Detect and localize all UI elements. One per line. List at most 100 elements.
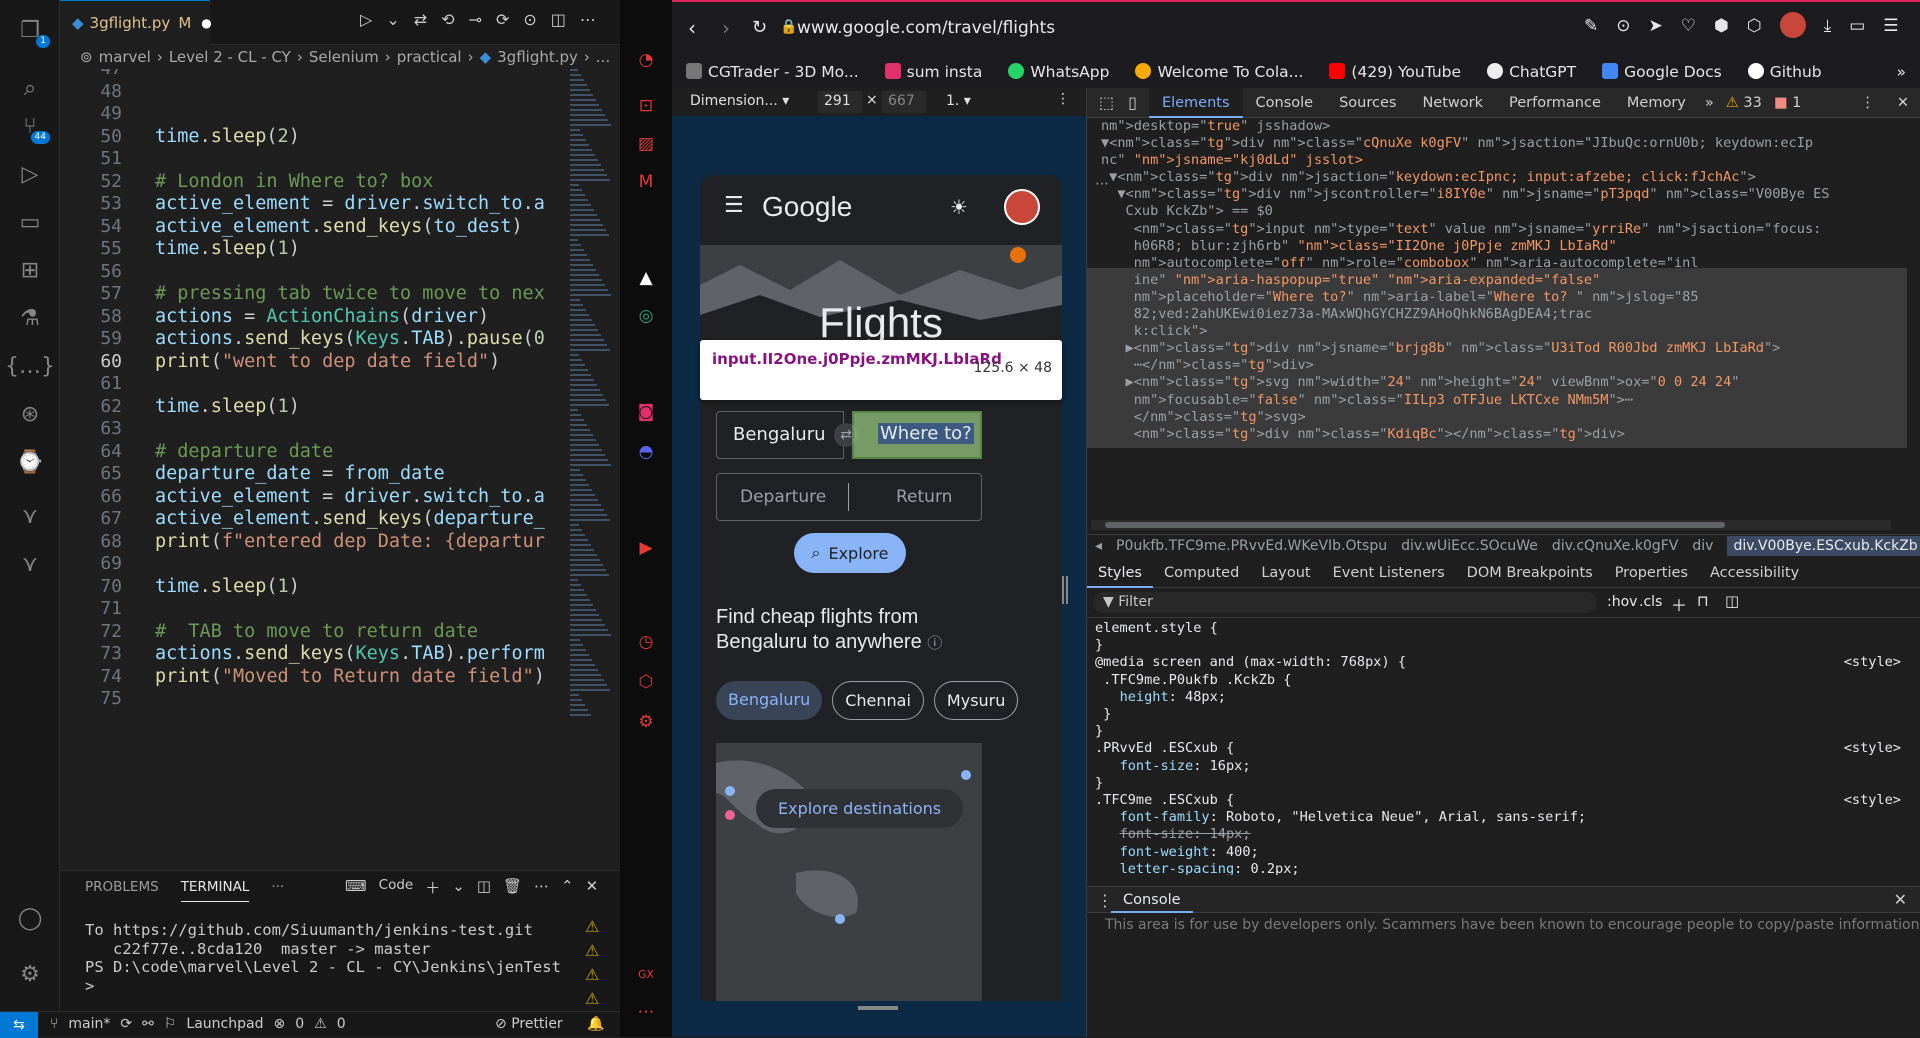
path-item[interactable]: div.cQnuXe.k0gFV — [1552, 538, 1678, 554]
close-icon[interactable]: ✕ — [1885, 95, 1920, 111]
sync-icon[interactable]: ⟳ — [120, 1016, 132, 1032]
bell-icon[interactable]: 🔔 — [587, 1016, 604, 1032]
style-rule-line[interactable]: } — [1087, 775, 1920, 792]
style-rule-line[interactable]: .TFC9me .ESCxub {<style> — [1087, 792, 1920, 809]
avatar[interactable] — [1779, 12, 1806, 38]
dom-node-line[interactable]: h06R8; blur:zjh6rb" "nm">class="II2One j… — [1087, 238, 1907, 255]
history-icon[interactable]: ◷ — [634, 630, 658, 654]
discord-icon[interactable]: ◓ — [634, 440, 658, 464]
tab-console[interactable]: Console — [1243, 88, 1327, 118]
source-control-icon[interactable]: ⑂ 44 — [14, 110, 50, 144]
path-item[interactable]: div.wUiEcc.SOcuWe — [1401, 538, 1538, 554]
styles-pane[interactable]: element.style {} @media screen and (max-w… — [1087, 620, 1920, 875]
gmail-icon[interactable]: M — [634, 170, 658, 194]
address-bar[interactable]: www.google.com/travel/flights — [797, 18, 1055, 38]
go-forward-icon[interactable]: ⟳ — [496, 10, 509, 34]
chevron-down-icon[interactable]: ⌄ — [452, 877, 465, 898]
style-rule-line[interactable]: } — [1087, 723, 1920, 740]
device-width-input[interactable]: 291 — [818, 91, 862, 113]
path-item[interactable]: div — [1692, 538, 1713, 554]
code-line[interactable]: time.sleep(1) — [155, 238, 300, 259]
style-rule-line[interactable]: @media screen and (max-width: 768px) {<s… — [1087, 654, 1920, 671]
code-line[interactable]: actions = ActionChains(driver) — [155, 306, 489, 327]
dom-node-line[interactable]: nm">desktop="true" jsshadow> — [1087, 118, 1907, 135]
bookmark-google-docs[interactable]: Google Docs — [1602, 63, 1722, 81]
theme-sun-icon[interactable]: ☀ — [950, 195, 968, 219]
style-rule-line[interactable]: } — [1087, 706, 1920, 723]
close-icon[interactable]: ✕ — [1894, 890, 1907, 909]
terminal-output[interactable]: To https://github.com/Siuumanth/jenkins-… — [85, 921, 561, 995]
code-line[interactable]: active_element.send_keys(departure_ — [155, 508, 545, 529]
testing-icon[interactable]: ⚗ — [14, 302, 46, 334]
wallet-icon[interactable]: ⬢ — [1714, 16, 1729, 38]
trash-icon[interactable]: 🗑 — [503, 877, 522, 898]
reload-icon[interactable]: ↻ — [752, 17, 767, 38]
code-line[interactable]: # departure date — [155, 441, 333, 462]
code-line[interactable]: time.sleep(1) — [155, 576, 300, 597]
style-rule-line[interactable]: font-size: 16px; — [1087, 758, 1920, 775]
style-rule-line[interactable]: font-weight: 400; — [1087, 844, 1920, 861]
settings-gear-icon[interactable]: ⚙ — [14, 958, 46, 990]
tab-memory[interactable]: Memory — [1614, 88, 1699, 118]
compare-icon[interactable]: ⇄ — [414, 10, 427, 34]
dom-node-line[interactable]: 82;ved:2ahUKEwi0iez73a-MAxWQhGYCHZZ9AHoQ… — [1087, 306, 1907, 323]
run-debug-icon[interactable]: ▷ — [14, 158, 46, 190]
remote-explorer-icon[interactable]: ▭ — [14, 206, 46, 238]
forward-icon[interactable]: › — [722, 16, 730, 40]
branch-name[interactable]: main* — [68, 1016, 110, 1032]
code-line[interactable]: # pressing tab twice to move to nex — [155, 283, 545, 304]
dom-node-line[interactable]: ▼<nm">class="tg">div nm">jscontroller="i… — [1087, 186, 1907, 203]
departure-field[interactable]: Departure — [740, 487, 826, 507]
edit-icon[interactable]: ✎ — [1584, 16, 1598, 38]
dom-node-line[interactable]: nm">focusable="false" nm">class="IILp3 o… — [1087, 392, 1907, 409]
hov-toggle[interactable]: :hov — [1607, 594, 1637, 610]
code-line[interactable]: actions.send_keys(Keys.TAB).perform — [155, 643, 545, 664]
chip-chennai[interactable]: Chennai — [832, 681, 924, 720]
gx-control-icon[interactable]: ◔ — [634, 48, 658, 72]
tab-performance[interactable]: Performance — [1496, 88, 1614, 118]
hamburger-menu-icon[interactable]: ☰ — [724, 193, 744, 218]
bookmark-whatsapp[interactable]: WhatsApp — [1008, 63, 1109, 81]
dom-node-line[interactable]: ▼<nm">class="tg">div nm">class="cQnuXe k… — [1087, 135, 1907, 152]
code-line[interactable]: print(f"entered dep Date: {departur — [155, 531, 545, 552]
chip-bengaluru[interactable]: Bengaluru — [716, 681, 823, 720]
tab-dom-breakpoints[interactable]: DOM Breakpoints — [1456, 558, 1604, 588]
terminal-profile-label[interactable]: Code — [379, 877, 414, 898]
commit-icon[interactable]: ⊸ — [469, 10, 482, 34]
where-to-input[interactable]: Where to? — [878, 423, 974, 444]
cart-icon[interactable]: ⊡ — [634, 94, 658, 118]
tab-computed[interactable]: Computed — [1153, 558, 1250, 588]
code-line[interactable]: active_element = driver.switch_to.a — [155, 193, 545, 214]
download-icon[interactable]: ⤓ — [1824, 16, 1832, 38]
device-more-icon[interactable]: ⋮ — [1056, 91, 1070, 107]
more-actions-icon[interactable]: ⋯ — [580, 10, 596, 34]
unsaved-dot-icon[interactable]: ● — [201, 16, 211, 30]
new-rule-icon[interactable]: ＋ — [1671, 592, 1687, 616]
chip-mysuru[interactable]: Mysuru — [933, 681, 1019, 720]
tab-styles[interactable]: Styles — [1087, 558, 1153, 588]
dom-node-line[interactable]: nm">placeholder="Where to?" nm">aria-lab… — [1087, 289, 1907, 306]
prettier-label[interactable]: Prettier — [511, 1016, 563, 1032]
dom-node-line[interactable]: ▶<nm">class="tg">div nm">jsname="brjg8b"… — [1087, 340, 1907, 357]
go-back-icon[interactable]: ⟲ — [441, 10, 454, 34]
resize-handle-icon[interactable] — [1062, 576, 1068, 604]
dom-horizontal-scrollbar[interactable] — [1091, 520, 1891, 530]
inspect-element-icon[interactable]: ⬚ — [1087, 93, 1122, 112]
style-rule-line[interactable]: .TFC9me.P0ukfb .KckZb { — [1087, 672, 1920, 689]
timeline-icon[interactable]: ⌚ — [14, 446, 46, 478]
style-rule-line[interactable]: font-size: 14px; — [1087, 826, 1920, 843]
chatgpt-icon[interactable]: ◎ — [634, 304, 658, 328]
tab-accessibility[interactable]: Accessibility — [1699, 558, 1810, 588]
account-icon[interactable]: ◯ — [14, 902, 46, 934]
tab-network[interactable]: Network — [1409, 88, 1496, 118]
avatar[interactable] — [1004, 189, 1040, 225]
cube-icon[interactable]: ⬡ — [1747, 16, 1762, 38]
breadcrumb-item[interactable]: Level 2 - CL - CY — [169, 48, 291, 66]
destinations-map[interactable] — [716, 743, 982, 1001]
camera-icon[interactable]: ⊙ — [1616, 16, 1630, 38]
tab-event-listeners[interactable]: Event Listeners — [1322, 558, 1456, 588]
path-item[interactable]: P0ukfb.TFC9me.PRvvEd.WKeVIb.Otspu — [1116, 538, 1387, 554]
back-icon[interactable]: ‹ — [688, 16, 696, 40]
bookmarks-more-icon[interactable]: » — [1897, 63, 1906, 81]
launchpad-label[interactable]: Launchpad — [186, 1016, 263, 1032]
